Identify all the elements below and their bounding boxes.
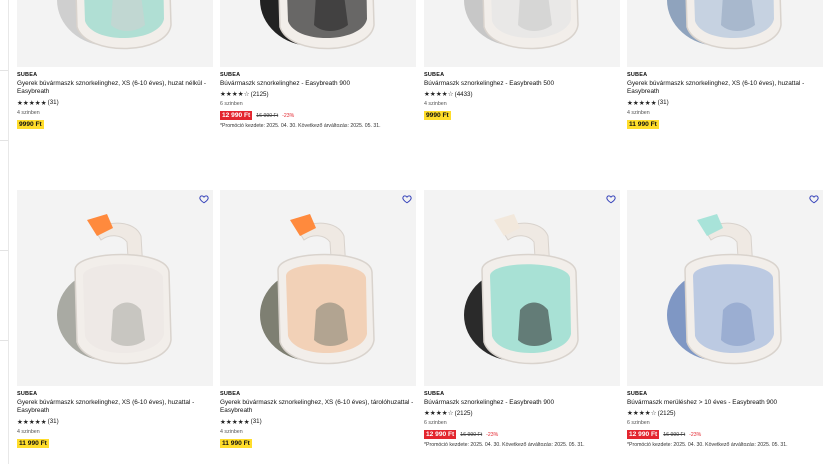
sidebar-divider: [0, 250, 8, 251]
product-image[interactable]: [424, 0, 620, 67]
star-icon: ★★★★☆: [627, 410, 657, 418]
heart-outline-icon[interactable]: [199, 194, 209, 204]
sidebar-divider: [0, 340, 8, 341]
heart-outline-icon[interactable]: [402, 194, 412, 204]
product-brand: SUBEA: [424, 72, 445, 78]
review-count: (31): [250, 418, 262, 426]
star-icon: ★★★★☆: [424, 410, 454, 418]
product-rating: ★★★★☆ (2125): [220, 90, 416, 99]
product-brand: SUBEA: [627, 72, 648, 78]
product-brand: SUBEA: [627, 391, 648, 397]
product-image[interactable]: [220, 190, 416, 386]
star-icon: ★★★★★: [17, 99, 47, 107]
product-brand: SUBEA: [17, 391, 38, 397]
heart-outline-icon[interactable]: [809, 194, 819, 204]
star-icon: ★★★★☆: [424, 91, 454, 99]
mask-image: [57, 0, 172, 50]
price-badge: 11 990 Ft: [17, 438, 49, 448]
mask-image: [57, 214, 172, 365]
old-price: 16 990 Ft: [460, 431, 483, 438]
product-brand: SUBEA: [220, 391, 241, 397]
product-card[interactable]: SUBEA Gyerek búvármaszk sznorkelinghez, …: [627, 0, 823, 129]
price-badge: 9990 Ft: [17, 119, 44, 129]
price-badge: 11 990 Ft: [627, 119, 659, 129]
mask-image: [667, 214, 782, 365]
product-card[interactable]: SUBEA Búvármaszk merüléshez > 10 éves - …: [627, 190, 823, 448]
mask-image: [464, 0, 579, 50]
product-title[interactable]: Búvármaszk sznorkelinghez - Easybreath 9…: [220, 80, 414, 88]
review-count: (31): [47, 99, 59, 107]
mask-image: [464, 214, 579, 365]
product-title[interactable]: Gyerek búvármaszk sznorkelinghez, XS (6-…: [17, 399, 211, 416]
discount-label: -23%: [282, 112, 295, 119]
mask-image: [667, 0, 782, 50]
product-title[interactable]: Búvármaszk sznorkelinghez - Easybreath 9…: [424, 399, 618, 407]
product-brand: SUBEA: [17, 72, 38, 78]
review-count: (2125): [657, 409, 676, 417]
product-title[interactable]: Búvármaszk merüléshez > 10 éves - Easybr…: [627, 399, 821, 407]
product-rating: ★★★★★ (31): [17, 99, 213, 107]
old-price: 16 990 Ft: [256, 112, 279, 119]
review-count: (2125): [454, 409, 473, 417]
old-price: 16 990 Ft: [663, 431, 686, 438]
product-brand: SUBEA: [220, 72, 241, 78]
product-image[interactable]: [17, 190, 213, 386]
promo-note: *Promóció kezdete: 2025. 04. 30. Követke…: [627, 442, 788, 449]
product-title[interactable]: Gyerek búvármaszk sznorkelinghez, XS (6-…: [220, 399, 414, 416]
product-card[interactable]: SUBEA Gyerek búvármaszk sznorkelinghez, …: [17, 190, 213, 448]
price-badge: 12 990 Ft: [627, 430, 660, 440]
product-card[interactable]: SUBEA Gyerek búvármaszk sznorkelinghez, …: [220, 190, 416, 448]
product-image[interactable]: [17, 0, 213, 67]
sidebar-divider: [8, 0, 9, 464]
color-count: 4 szinben: [220, 428, 243, 435]
color-count: 6 szinben: [220, 101, 243, 108]
product-card[interactable]: SUBEA Búvármaszk sznorkelinghez - Easybr…: [220, 0, 416, 129]
product-title[interactable]: Gyerek búvármaszk sznorkelinghez, XS (6-…: [17, 80, 211, 97]
product-rating: ★★★★☆ (2125): [424, 409, 620, 418]
star-icon: ★★★★☆: [220, 91, 250, 99]
sidebar-divider: [0, 140, 8, 141]
color-count: 4 szinben: [17, 109, 40, 116]
heart-outline-icon[interactable]: [606, 194, 616, 204]
product-title[interactable]: Búvármaszk sznorkelinghez - Easybreath 5…: [424, 80, 618, 88]
product-rating: ★★★★★ (31): [220, 418, 416, 426]
price-badge: 11 990 Ft: [220, 438, 252, 448]
product-rating: ★★★★★ (31): [17, 418, 213, 426]
star-icon: ★★★★★: [17, 418, 47, 426]
product-image[interactable]: [424, 190, 620, 386]
color-count: 4 szinben: [424, 101, 447, 108]
product-image[interactable]: [627, 0, 823, 67]
promo-note: *Promóció kezdete: 2025. 04. 30. Követke…: [424, 442, 585, 449]
mask-image: [260, 0, 375, 50]
product-image[interactable]: [220, 0, 416, 67]
product-title[interactable]: Gyerek búvármaszk sznorkelinghez, XS (6-…: [627, 80, 821, 97]
product-card[interactable]: SUBEA Gyerek búvármaszk sznorkelinghez, …: [17, 0, 213, 129]
product-rating: ★★★★☆ (2125): [627, 409, 823, 418]
price-badge: 12 990 Ft: [424, 430, 457, 440]
star-icon: ★★★★★: [627, 99, 657, 107]
promo-note: *Promóció kezdete: 2025. 04. 30. Követke…: [220, 123, 381, 130]
product-card[interactable]: SUBEA Búvármaszk sznorkelinghez - Easybr…: [424, 0, 620, 121]
color-count: 4 szinben: [17, 428, 40, 435]
discount-label: -23%: [486, 431, 499, 438]
color-count: 6 szinben: [424, 420, 447, 427]
price-badge: 12 990 Ft: [220, 111, 253, 121]
product-rating: ★★★★☆ (4433): [424, 90, 620, 99]
discount-label: -23%: [689, 431, 702, 438]
star-icon: ★★★★★: [220, 418, 250, 426]
review-count: (31): [657, 99, 669, 107]
product-card[interactable]: SUBEA Búvármaszk sznorkelinghez - Easybr…: [424, 190, 620, 448]
sidebar-divider: [0, 70, 8, 71]
review-count: (4433): [454, 90, 473, 98]
price-badge: 9990 Ft: [424, 111, 451, 121]
product-image[interactable]: [627, 190, 823, 386]
color-count: 6 szinben: [627, 420, 650, 427]
mask-image: [260, 214, 375, 365]
review-count: (2125): [250, 90, 269, 98]
product-rating: ★★★★★ (31): [627, 99, 823, 107]
product-brand: SUBEA: [424, 391, 445, 397]
review-count: (31): [47, 418, 59, 426]
color-count: 4 szinben: [627, 109, 650, 116]
